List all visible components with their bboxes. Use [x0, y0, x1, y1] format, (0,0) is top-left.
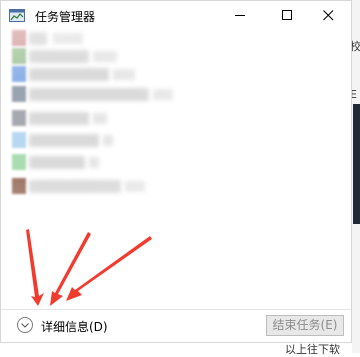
- window-title: 任务管理器: [35, 10, 96, 24]
- more-details-label: 详细信息(D): [41, 320, 108, 334]
- close-icon: [323, 10, 334, 21]
- task-manager-icon: [9, 8, 25, 22]
- title-bar[interactable]: 任务管理器: [1, 1, 351, 31]
- background-dark-panel: [353, 104, 360, 224]
- end-task-button[interactable]: 结束任务(E): [266, 315, 344, 336]
- footer-bar: 详细信息(D) 结束任务(E): [1, 309, 351, 344]
- minimize-icon: [235, 15, 245, 16]
- close-button[interactable]: [307, 1, 351, 31]
- blur-overlay: [1, 28, 211, 218]
- task-manager-window: 任务管理器 详细信息(D) 结束任务(E): [0, 0, 352, 343]
- maximize-icon: [282, 10, 292, 20]
- minimize-button[interactable]: [219, 1, 263, 31]
- maximize-button[interactable]: [266, 1, 310, 31]
- chevron-down-icon: [17, 317, 33, 333]
